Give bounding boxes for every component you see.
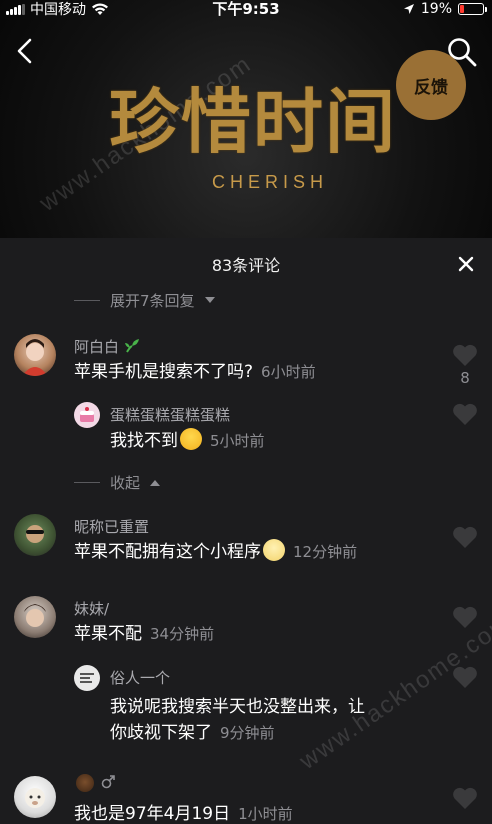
- chevron-up-icon: [150, 480, 161, 486]
- avatar[interactable]: [74, 402, 100, 428]
- close-icon[interactable]: [458, 256, 474, 272]
- comment-author[interactable]: 昵称已重置: [74, 516, 149, 537]
- comment-text: 苹果不配拥有这个小程序 12分钟前: [74, 539, 357, 565]
- divider-line: [74, 300, 100, 301]
- battery-icon: [458, 3, 487, 15]
- watermark-2: www.hackhome.com: [294, 608, 492, 775]
- comment-count: 83条评论: [211, 256, 281, 275]
- avatar[interactable]: [74, 665, 100, 691]
- heart-icon[interactable]: [452, 343, 478, 367]
- male-icon: [101, 775, 115, 789]
- like-count: 8: [460, 369, 470, 387]
- reply-text: 我找不到 5小时前: [110, 428, 265, 454]
- comment-author[interactable]: 妹妹/: [74, 598, 109, 619]
- comment-author[interactable]: 阿白白: [74, 336, 140, 357]
- video-header: www.hackhome.com 中国移动 下午9:53 19% 珍惜时间 CH…: [0, 0, 492, 238]
- divider-line: [74, 482, 100, 483]
- reply-text-line2: 你歧视下架了 9分钟前: [110, 723, 275, 743]
- pleading-emoji: [263, 539, 285, 561]
- banner-title: 珍惜时间: [109, 80, 397, 163]
- feedback-button[interactable]: 反馈: [396, 50, 466, 120]
- comment-text: 我也是97年4月19日 1小时前: [74, 804, 293, 824]
- avatar[interactable]: [14, 776, 56, 818]
- comment-text: 苹果不配 34分钟前: [74, 624, 215, 644]
- avatar-face-icon: [22, 339, 48, 376]
- heart-icon[interactable]: [452, 786, 478, 810]
- avatar-text-icon: [80, 673, 94, 683]
- battery-fill: [460, 5, 464, 13]
- comment-time: 34分钟前: [150, 625, 215, 643]
- comment-author[interactable]: [74, 774, 115, 792]
- chevron-down-icon: [204, 297, 215, 303]
- battery-percent: 19%: [420, 1, 452, 17]
- expand-replies-button[interactable]: 展开7条回复: [74, 290, 215, 311]
- avatar-sheep-icon: [25, 788, 45, 808]
- comment-time: 6小时前: [261, 363, 316, 381]
- comment-time: 12分钟前: [293, 543, 358, 561]
- laugh-cry-emoji: [180, 428, 202, 450]
- heart-icon[interactable]: [452, 402, 478, 426]
- heart-icon[interactable]: [452, 665, 478, 689]
- reply-author[interactable]: 俗人一个: [110, 667, 170, 688]
- expand-replies-label: 展开7条回复: [110, 292, 195, 310]
- comment-time: 1小时前: [238, 805, 293, 823]
- collapse-replies-button[interactable]: 收起: [74, 472, 161, 493]
- heart-icon[interactable]: [452, 605, 478, 629]
- comment-sheet: www.hackhome.com 83条评论 展开7条回复 阿白白 苹果手机是搜…: [0, 238, 492, 824]
- status-right: 19%: [403, 0, 487, 18]
- reply-author[interactable]: 蛋糕蛋糕蛋糕蛋糕: [110, 404, 230, 425]
- heart-icon[interactable]: [452, 525, 478, 549]
- face-emoji: [76, 774, 94, 792]
- reply-time: 9分钟前: [220, 724, 275, 742]
- collapse-label: 收起: [110, 474, 141, 492]
- status-bar: 中国移动 下午9:53 19%: [0, 0, 492, 20]
- back-icon[interactable]: [10, 36, 40, 66]
- location-arrow-icon: [403, 4, 414, 14]
- comment-text: 苹果手机是搜索不了吗? 6小时前: [74, 362, 316, 382]
- banner-subtitle: CHERISH: [211, 172, 328, 192]
- avatar[interactable]: [14, 596, 56, 638]
- avatar[interactable]: [14, 514, 56, 556]
- avatar-face-icon: [26, 525, 44, 543]
- sprout-icon: [124, 339, 139, 353]
- reply-text-line1: 我说呢我搜索半天也没整出来，让: [110, 697, 365, 717]
- avatar[interactable]: [14, 334, 56, 376]
- avatar-cake-icon: [80, 407, 94, 422]
- avatar-face-icon: [24, 604, 46, 627]
- reply-time: 5小时前: [210, 432, 265, 450]
